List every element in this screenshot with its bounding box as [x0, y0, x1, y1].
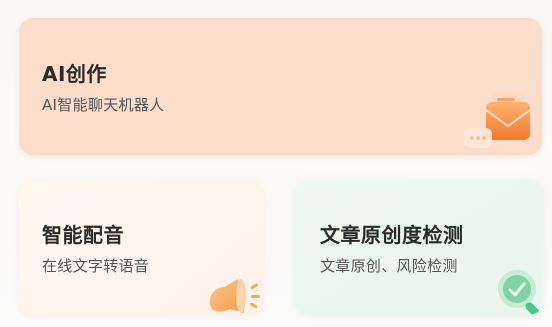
feature-cards-panel: AI创作 AI智能聊天机器人 智能配音 在线文字转语音 文章原创度检测 文章原创… — [0, 0, 552, 327]
card-title: 智能配音 — [42, 223, 124, 247]
card-title: 文章原创度检测 — [320, 223, 464, 247]
card-subtitle: 文章原创、风险检测 — [320, 257, 458, 275]
card-title: AI创作 — [42, 62, 107, 86]
originality-check-card[interactable]: 文章原创度检测 文章原创、风险检测 — [296, 179, 543, 315]
magnifier-check-icon — [493, 265, 543, 315]
card-subtitle: AI智能聊天机器人 — [42, 96, 165, 114]
card-subtitle: 在线文字转语音 — [42, 257, 150, 275]
voice-dubbing-card[interactable]: 智能配音 在线文字转语音 — [19, 181, 264, 315]
ai-creation-card[interactable]: AI创作 AI智能聊天机器人 — [19, 18, 542, 155]
megaphone-icon — [204, 265, 264, 315]
envelope-chat-icon — [462, 88, 536, 154]
